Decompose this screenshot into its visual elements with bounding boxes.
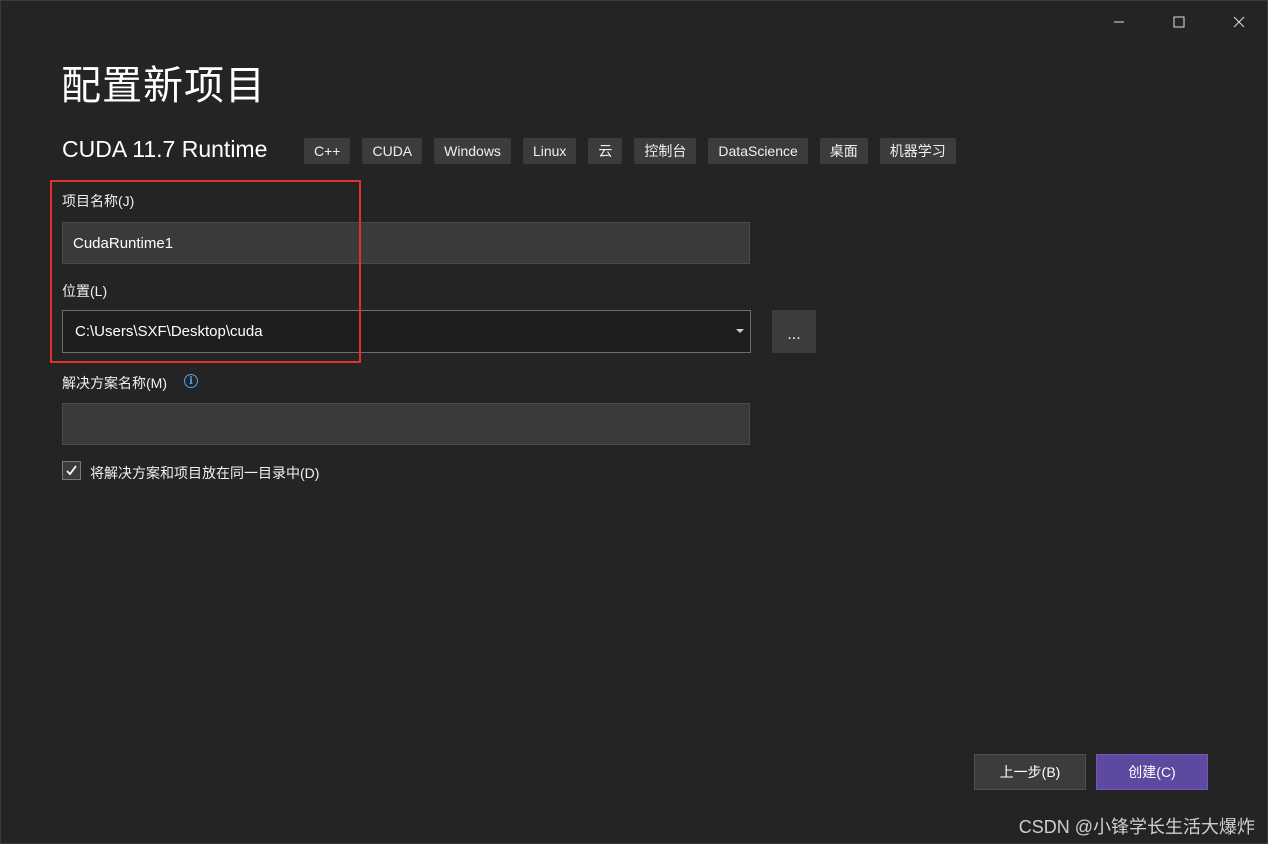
- tag: 云: [588, 138, 623, 164]
- template-tags: C++ CUDA Windows Linux 云 控制台 DataScience…: [304, 138, 956, 164]
- info-icon[interactable]: i: [184, 374, 198, 388]
- page-title: 配置新项目: [61, 63, 266, 109]
- browse-button[interactable]: ...: [772, 310, 816, 353]
- tag: Windows: [434, 138, 511, 164]
- solution-name-input[interactable]: [62, 403, 750, 445]
- checkmark-icon: [66, 465, 77, 476]
- create-button[interactable]: 创建(C): [1096, 754, 1208, 790]
- close-icon[interactable]: [1219, 7, 1259, 37]
- same-directory-label[interactable]: 将解决方案和项目放在同一目录中(D): [90, 463, 319, 483]
- dropdown-arrow-icon[interactable]: [736, 329, 744, 333]
- tag: 机器学习: [879, 138, 956, 164]
- solution-name-label: 解决方案名称(M): [62, 375, 167, 391]
- dialog-window: 配置新项目 CUDA 11.7 Runtime C++ CUDA Windows…: [0, 0, 1268, 844]
- location-combobox[interactable]: C:\Users\SXF\Desktop\cuda: [62, 310, 751, 353]
- tag: 桌面: [819, 138, 868, 164]
- project-name-label: 项目名称(J): [62, 193, 135, 209]
- maximize-icon[interactable]: [1159, 7, 1199, 37]
- tag: CUDA: [362, 138, 423, 164]
- watermark: CSDN @小锋学长生活大爆炸: [1018, 817, 1255, 837]
- tag: Linux: [522, 138, 577, 164]
- tag: 控制台: [634, 138, 697, 164]
- tag: C++: [304, 138, 351, 164]
- back-button[interactable]: 上一步(B): [974, 754, 1086, 790]
- template-name: CUDA 11.7 Runtime: [62, 136, 268, 162]
- minimize-icon[interactable]: [1099, 7, 1139, 37]
- location-value: C:\Users\SXF\Desktop\cuda: [75, 323, 263, 340]
- project-name-input[interactable]: CudaRuntime1: [62, 222, 750, 264]
- tag: DataScience: [708, 138, 808, 164]
- same-directory-checkbox[interactable]: [62, 461, 81, 480]
- location-label: 位置(L): [62, 283, 108, 299]
